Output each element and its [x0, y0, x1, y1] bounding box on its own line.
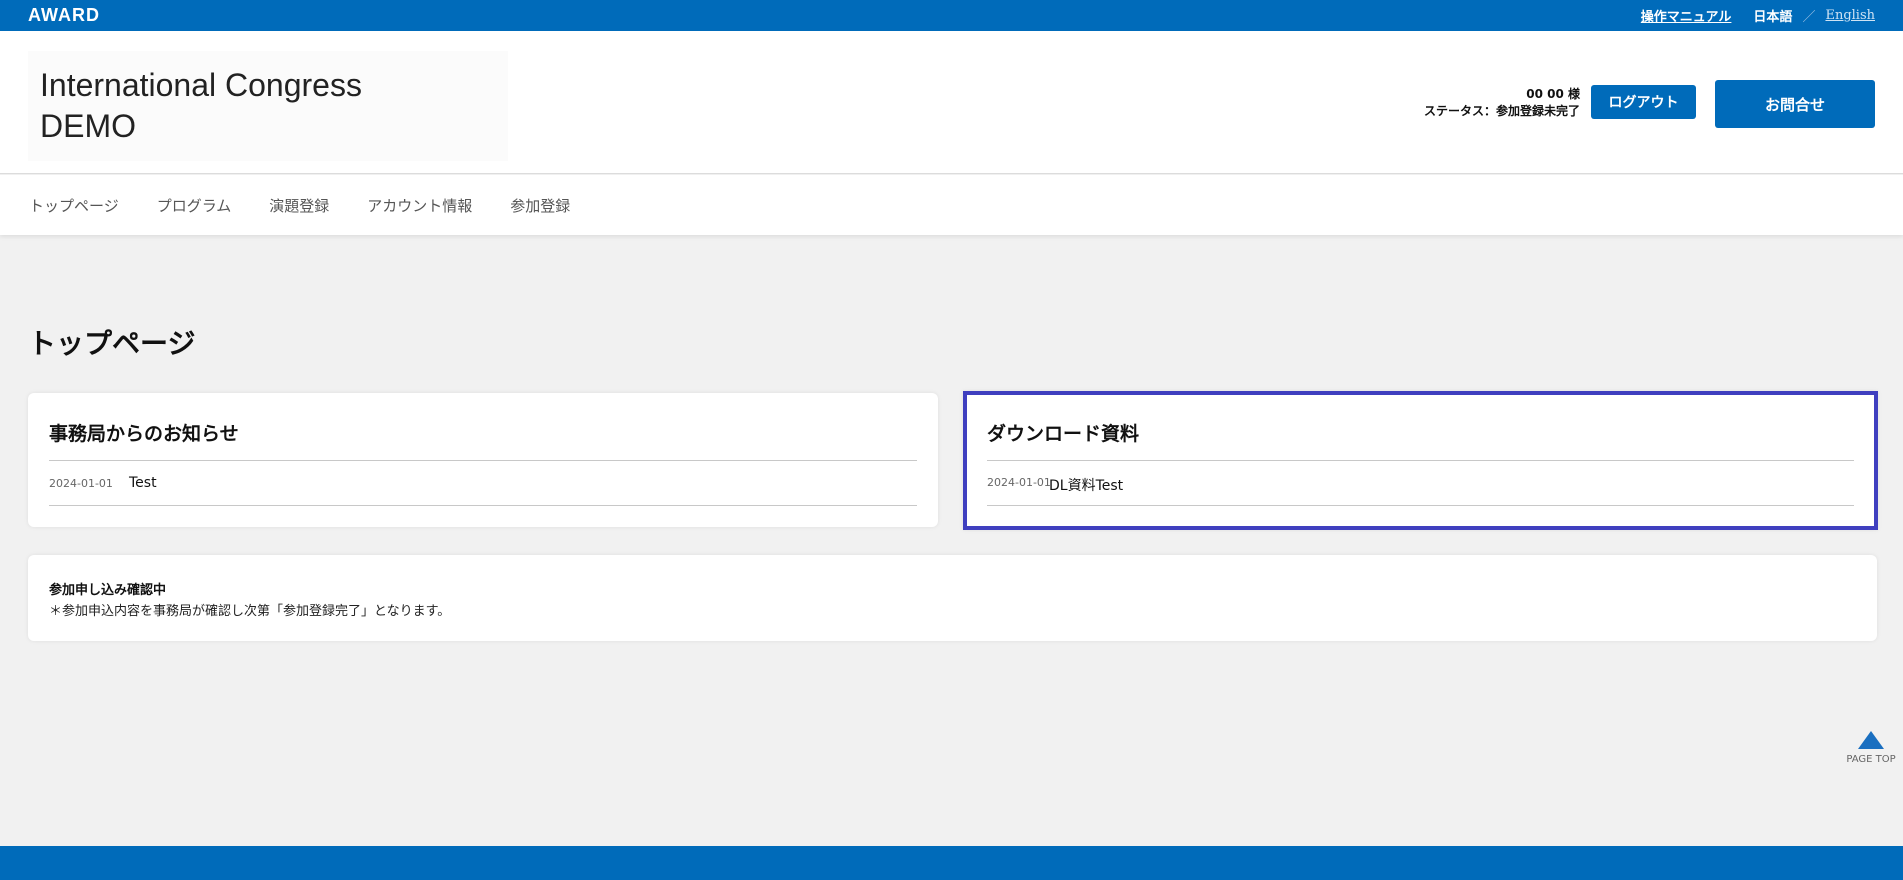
- news-date: 2024-01-01: [49, 477, 113, 490]
- award-logo[interactable]: AWARD: [28, 5, 100, 26]
- nav-item-registration[interactable]: 参加登録: [510, 195, 570, 216]
- news-card: 事務局からのお知らせ 2024-01-01 Test: [28, 393, 938, 527]
- site-title-banner[interactable]: International Congress DEMO: [28, 51, 508, 161]
- language-japanese: 日本語: [1753, 10, 1793, 25]
- divider: [987, 505, 1854, 506]
- download-card: ダウンロード資料 2024-01-01 DL資料Test: [963, 391, 1878, 530]
- registration-status: ステータス：参加登録未完了: [1423, 104, 1580, 118]
- manual-link[interactable]: 操作マニュアル: [1641, 6, 1732, 25]
- site-footer: [0, 846, 1903, 880]
- top-bar: AWARD 操作マニュアル 日本語 ／ English: [0, 0, 1903, 31]
- status-notice-title: 参加申し込み確認中: [49, 583, 167, 598]
- divider: [49, 505, 917, 506]
- status-notice-note: ＊参加申込内容を事務局が確認し次第「参加登録完了」となります。: [49, 604, 451, 619]
- page-title: トップページ: [28, 327, 196, 360]
- divider: [49, 460, 917, 461]
- language-separator: ／: [1802, 10, 1816, 25]
- nav-item-program[interactable]: プログラム: [157, 195, 232, 216]
- nav-item-top[interactable]: トップページ: [29, 195, 119, 216]
- nav-item-abstract-submission[interactable]: 演題登録: [269, 195, 329, 216]
- nav-item-account[interactable]: アカウント情報: [367, 195, 472, 216]
- site-header: International Congress DEMO 00 00 様 ステータ…: [0, 31, 1903, 174]
- download-date: 2024-01-01: [987, 476, 1051, 489]
- contact-button[interactable]: お問合せ: [1715, 80, 1875, 128]
- language-english-link[interactable]: English: [1825, 8, 1875, 23]
- news-heading: 事務局からのお知らせ: [49, 423, 239, 445]
- site-title: International Congress DEMO: [40, 67, 362, 144]
- up-triangle-icon: [1858, 731, 1884, 749]
- top-bar-links: 操作マニュアル 日本語 ／ English: [1641, 6, 1875, 25]
- user-name: 00 00 様: [1526, 87, 1580, 101]
- user-info: 00 00 様 ステータス：参加登録未完了: [1424, 86, 1580, 120]
- logout-button[interactable]: ログアウト: [1591, 85, 1696, 119]
- page-top-button[interactable]: PAGE TOP: [1843, 731, 1899, 775]
- page-top-label: PAGE TOP: [1846, 754, 1896, 765]
- news-title-link[interactable]: Test: [129, 475, 157, 491]
- registration-status-notice: 参加申し込み確認中 ＊参加申込内容を事務局が確認し次第「参加登録完了」となります…: [28, 555, 1877, 641]
- download-heading: ダウンロード資料: [987, 423, 1140, 445]
- download-title-link[interactable]: DL資料Test: [1049, 475, 1123, 495]
- divider: [987, 460, 1854, 461]
- main-nav: トップページ プログラム 演題登録 アカウント情報 参加登録: [0, 175, 1903, 235]
